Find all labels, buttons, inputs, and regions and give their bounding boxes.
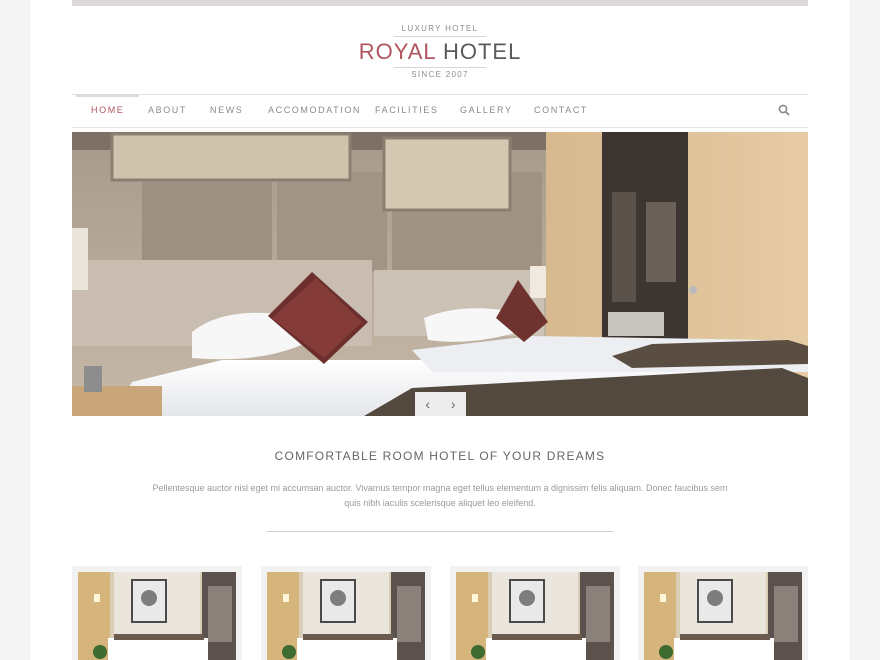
room-thumbnail[interactable]	[450, 566, 620, 660]
hero-room-image	[72, 132, 808, 416]
room-thumbnail-image	[78, 572, 236, 660]
nav-item-accomodation[interactable]: ACCOMODATION	[268, 95, 361, 126]
logo-rule-bottom	[394, 67, 486, 68]
slider-prev-button[interactable]: ‹	[415, 392, 441, 416]
slider-next-button[interactable]: ›	[441, 392, 467, 416]
intro-heading: COMFORTABLE ROOM HOTEL OF YOUR DREAMS	[274, 449, 606, 463]
nav-item-about[interactable]: ABOUT	[148, 95, 187, 126]
room-thumbnail-image	[456, 572, 614, 660]
hero-slider[interactable]: ‹ ›	[72, 132, 808, 416]
site-logo[interactable]: LUXURY HOTEL ROYAL HOTEL SINCE 2007	[31, 24, 849, 80]
main-nav: HOME ABOUT NEWS ACCOMODATION FACILITIES …	[72, 94, 808, 128]
logo-name-royal: ROYAL	[358, 39, 436, 64]
logo-since: SINCE 2007	[411, 70, 469, 79]
section-divider	[267, 531, 613, 532]
nav-item-contact[interactable]: CONTACT	[534, 95, 588, 126]
room-thumbnail-image	[644, 572, 802, 660]
room-thumbnail[interactable]	[638, 566, 808, 660]
search-icon[interactable]	[778, 104, 790, 116]
page-container: LUXURY HOTEL ROYAL HOTEL SINCE 2007 HOME…	[31, 0, 849, 660]
logo-name-hotel: HOTEL	[442, 39, 522, 64]
logo-rule	[394, 36, 486, 37]
nav-item-gallery[interactable]: GALLERY	[460, 95, 513, 126]
logo-name: ROYAL HOTEL	[31, 39, 849, 65]
room-thumbnail-image	[267, 572, 425, 660]
nav-item-home[interactable]: HOME	[75, 94, 141, 126]
logo-tagline: LUXURY HOTEL	[401, 24, 479, 33]
intro-text: Pellentesque auctor nisl eget mi accumsa…	[152, 483, 728, 508]
room-thumbnail[interactable]	[261, 566, 431, 660]
slider-controls: ‹ ›	[415, 392, 466, 416]
room-thumbnail[interactable]	[72, 566, 242, 660]
room-thumbnails	[72, 566, 808, 660]
nav-item-facilities[interactable]: FACILITIES	[375, 95, 439, 126]
nav-item-news[interactable]: NEWS	[210, 95, 243, 126]
top-bar	[72, 0, 808, 6]
